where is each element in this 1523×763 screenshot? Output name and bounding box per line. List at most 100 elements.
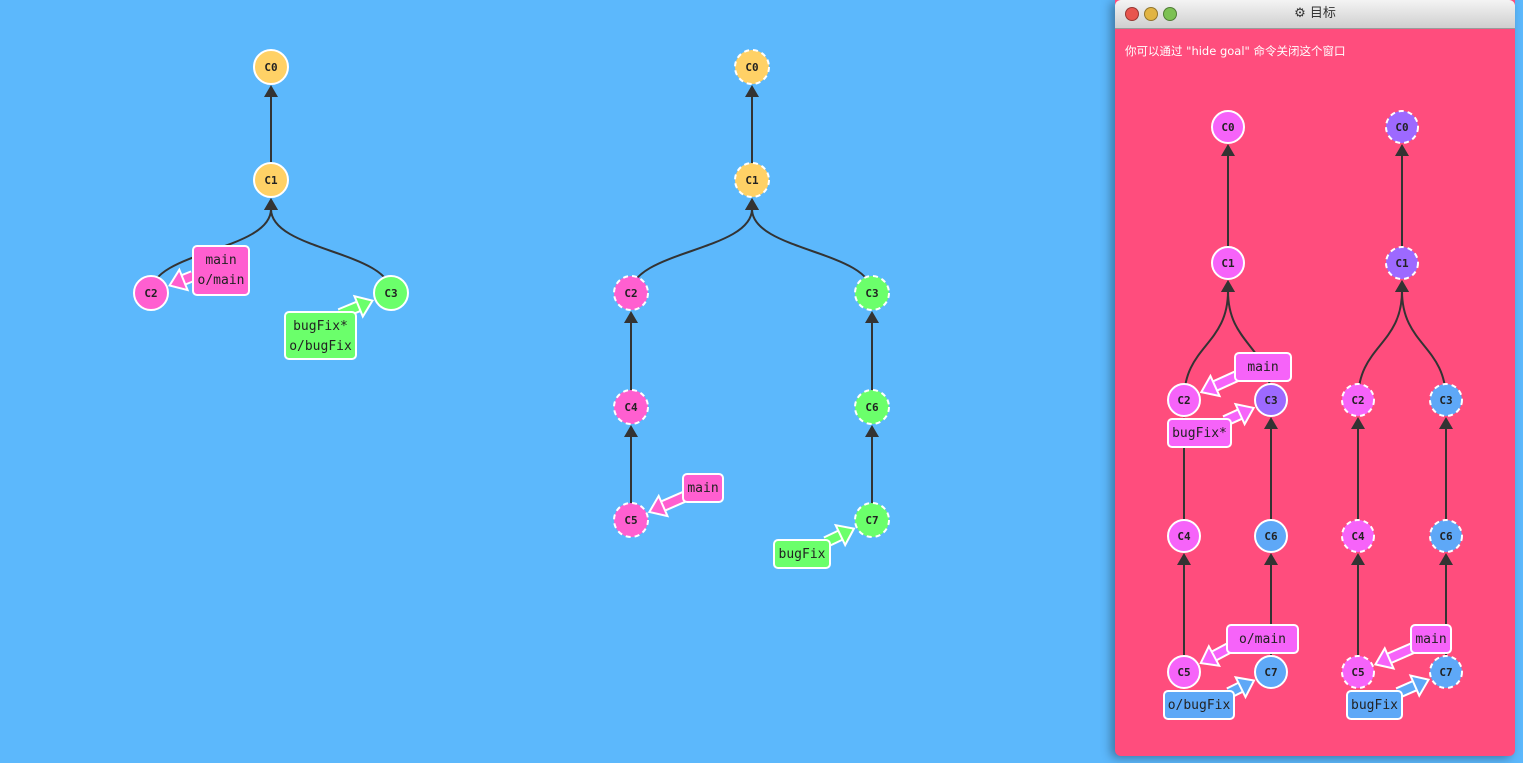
hide-goal-hint: 你可以通过 "hide goal" 命令关闭这个窗口 xyxy=(1125,44,1346,58)
branch-label-text: main xyxy=(687,481,718,496)
commit-label: C7 xyxy=(1439,666,1452,679)
edge-goal-remote-C2-C1 xyxy=(1357,290,1403,401)
commit-label: C4 xyxy=(624,401,638,414)
commit-goal-local-C3[interactable]: C3 xyxy=(1254,383,1288,417)
commit-label: C7 xyxy=(865,514,878,527)
branch-arrow-shaft xyxy=(181,272,195,284)
branch-label-text: bugFix* xyxy=(293,319,348,334)
commit-remote-C2[interactable]: C2 xyxy=(613,275,649,311)
remote-branches: main bugFix xyxy=(647,473,856,569)
commit-goal-remote-C0[interactable]: C0 xyxy=(1385,110,1419,144)
edge-remote-C3-C1 xyxy=(751,208,873,294)
commit-label: C6 xyxy=(1264,530,1278,543)
goal-window[interactable]: C0 C1 C2 C3 C4 C6 C5 C7 main bugFix* o/main o/bugFi… xyxy=(1115,0,1515,756)
edge-local-C3-C1 xyxy=(270,208,392,294)
commit-local-C1[interactable]: C1 xyxy=(253,162,289,198)
goal-title-text: 目标 xyxy=(1309,6,1336,21)
branch-local-main[interactable]: main o/main xyxy=(167,245,250,296)
branch-label-text: main xyxy=(1415,632,1446,647)
arrowhead-goal-remote-C0 xyxy=(1395,144,1409,156)
commit-remote-C0[interactable]: C0 xyxy=(734,49,770,85)
commit-label: C0 xyxy=(1395,121,1408,134)
remote-edges xyxy=(624,85,879,520)
edge-goal-remote-C3-C1 xyxy=(1401,290,1447,401)
arrowhead-remote-C4 xyxy=(624,425,638,437)
commit-label: C6 xyxy=(865,401,879,414)
commit-label: C3 xyxy=(865,287,878,300)
arrowhead-goal-local-C6 xyxy=(1264,553,1278,565)
commit-label: C1 xyxy=(1395,257,1409,270)
commit-goal-local-C2[interactable]: C2 xyxy=(1167,383,1201,417)
arrowhead-goal-remote-C1 xyxy=(1395,280,1409,292)
edge-remote-C2-C1 xyxy=(630,208,753,294)
branch-local-bugfix[interactable]: bugFix* o/bugFix xyxy=(284,294,375,360)
arrowhead-goal-local-C0 xyxy=(1221,144,1235,156)
commit-goal-local-C7[interactable]: C7 xyxy=(1254,655,1288,689)
commit-remote-C6[interactable]: C6 xyxy=(854,389,890,425)
goal-window-titlebar[interactable]: ⚙ 目标 xyxy=(1115,0,1515,29)
arrowhead-local-C0 xyxy=(264,85,278,97)
commit-goal-local-C6[interactable]: C6 xyxy=(1254,519,1288,553)
goal-git-tree-canvas: C0 C1 C2 C3 C4 C6 C5 C7 main bugFix* o/main o/bugFi… xyxy=(1163,110,1463,720)
main-git-tree-canvas: C0 C1 C2 C3 main o/main bugFix* o/bugFix C0 C1 C2 C… xyxy=(133,49,890,569)
branch-remote-main[interactable]: main xyxy=(647,473,724,518)
commit-goal-remote-C6[interactable]: C6 xyxy=(1429,519,1463,553)
commit-local-C3[interactable]: C3 xyxy=(373,275,409,311)
commit-label: C5 xyxy=(624,514,637,527)
arrowhead-goal-remote-C2 xyxy=(1351,417,1365,429)
commit-goal-local-C4[interactable]: C4 xyxy=(1167,519,1201,553)
branch-label-text: main xyxy=(205,253,236,268)
commit-label: C4 xyxy=(1351,530,1365,543)
commit-label: C6 xyxy=(1439,530,1453,543)
commit-remote-C7[interactable]: C7 xyxy=(854,502,890,538)
arrowhead-remote-C0 xyxy=(745,85,759,97)
commit-local-C0[interactable]: C0 xyxy=(253,49,289,85)
arrowhead-local-C1 xyxy=(264,198,278,210)
arrowhead-goal-local-C3 xyxy=(1264,417,1278,429)
commit-label: C2 xyxy=(1177,394,1190,407)
commit-goal-local-C5[interactable]: C5 xyxy=(1167,655,1201,689)
branch-goal-local-omain[interactable]: o/main xyxy=(1199,624,1299,667)
commit-label: C1 xyxy=(264,174,278,187)
arrowhead-remote-C1 xyxy=(745,198,759,210)
commit-label: C1 xyxy=(1221,257,1235,270)
local-branches: main o/main bugFix* o/bugFix xyxy=(167,245,375,360)
branch-arrow-shaft xyxy=(1213,372,1239,390)
commit-goal-remote-C1[interactable]: C1 xyxy=(1385,246,1419,280)
branch-label-text: bugFix* xyxy=(1172,426,1227,441)
branch-label-text: bugFix xyxy=(779,547,826,562)
branch-label-text: o/main xyxy=(1239,632,1286,647)
commit-remote-C1[interactable]: C1 xyxy=(734,162,770,198)
arrowhead-goal-remote-C6 xyxy=(1439,553,1453,565)
commit-goal-remote-C7[interactable]: C7 xyxy=(1429,655,1463,689)
branch-label-text: o/bugFix xyxy=(1168,698,1231,713)
commit-label: C4 xyxy=(1177,530,1191,543)
commit-label: C3 xyxy=(1439,394,1452,407)
commit-label: C3 xyxy=(1264,394,1277,407)
commit-remote-C5[interactable]: C5 xyxy=(613,502,649,538)
branch-label-text: o/bugFix xyxy=(289,339,352,354)
commit-goal-remote-C3[interactable]: C3 xyxy=(1429,383,1463,417)
commit-label: C0 xyxy=(264,61,277,74)
arrowhead-remote-C6 xyxy=(865,425,879,437)
arrowhead-goal-remote-C3 xyxy=(1439,417,1453,429)
arrowhead-remote-C3 xyxy=(865,311,879,323)
commit-goal-remote-C5[interactable]: C5 xyxy=(1341,655,1375,689)
arrowhead-goal-remote-C4 xyxy=(1351,553,1365,565)
arrowhead-remote-C2 xyxy=(624,311,638,323)
commit-remote-C4[interactable]: C4 xyxy=(613,389,649,425)
commit-local-C2[interactable]: C2 xyxy=(133,275,169,311)
commit-goal-local-C1[interactable]: C1 xyxy=(1211,246,1245,280)
commit-goal-local-C0[interactable]: C0 xyxy=(1211,110,1245,144)
commit-label: C7 xyxy=(1264,666,1277,679)
branch-label-text: o/main xyxy=(198,273,245,288)
commit-label: C1 xyxy=(745,174,759,187)
commit-goal-remote-C2[interactable]: C2 xyxy=(1341,383,1375,417)
arrowhead-goal-local-C4 xyxy=(1177,553,1191,565)
commit-label: C2 xyxy=(624,287,637,300)
branch-label-text: bugFix xyxy=(1351,698,1398,713)
commit-remote-C3[interactable]: C3 xyxy=(854,275,890,311)
commit-label: C5 xyxy=(1351,666,1364,679)
commit-goal-remote-C4[interactable]: C4 xyxy=(1341,519,1375,553)
branch-remote-bugfix[interactable]: bugFix xyxy=(773,523,856,569)
